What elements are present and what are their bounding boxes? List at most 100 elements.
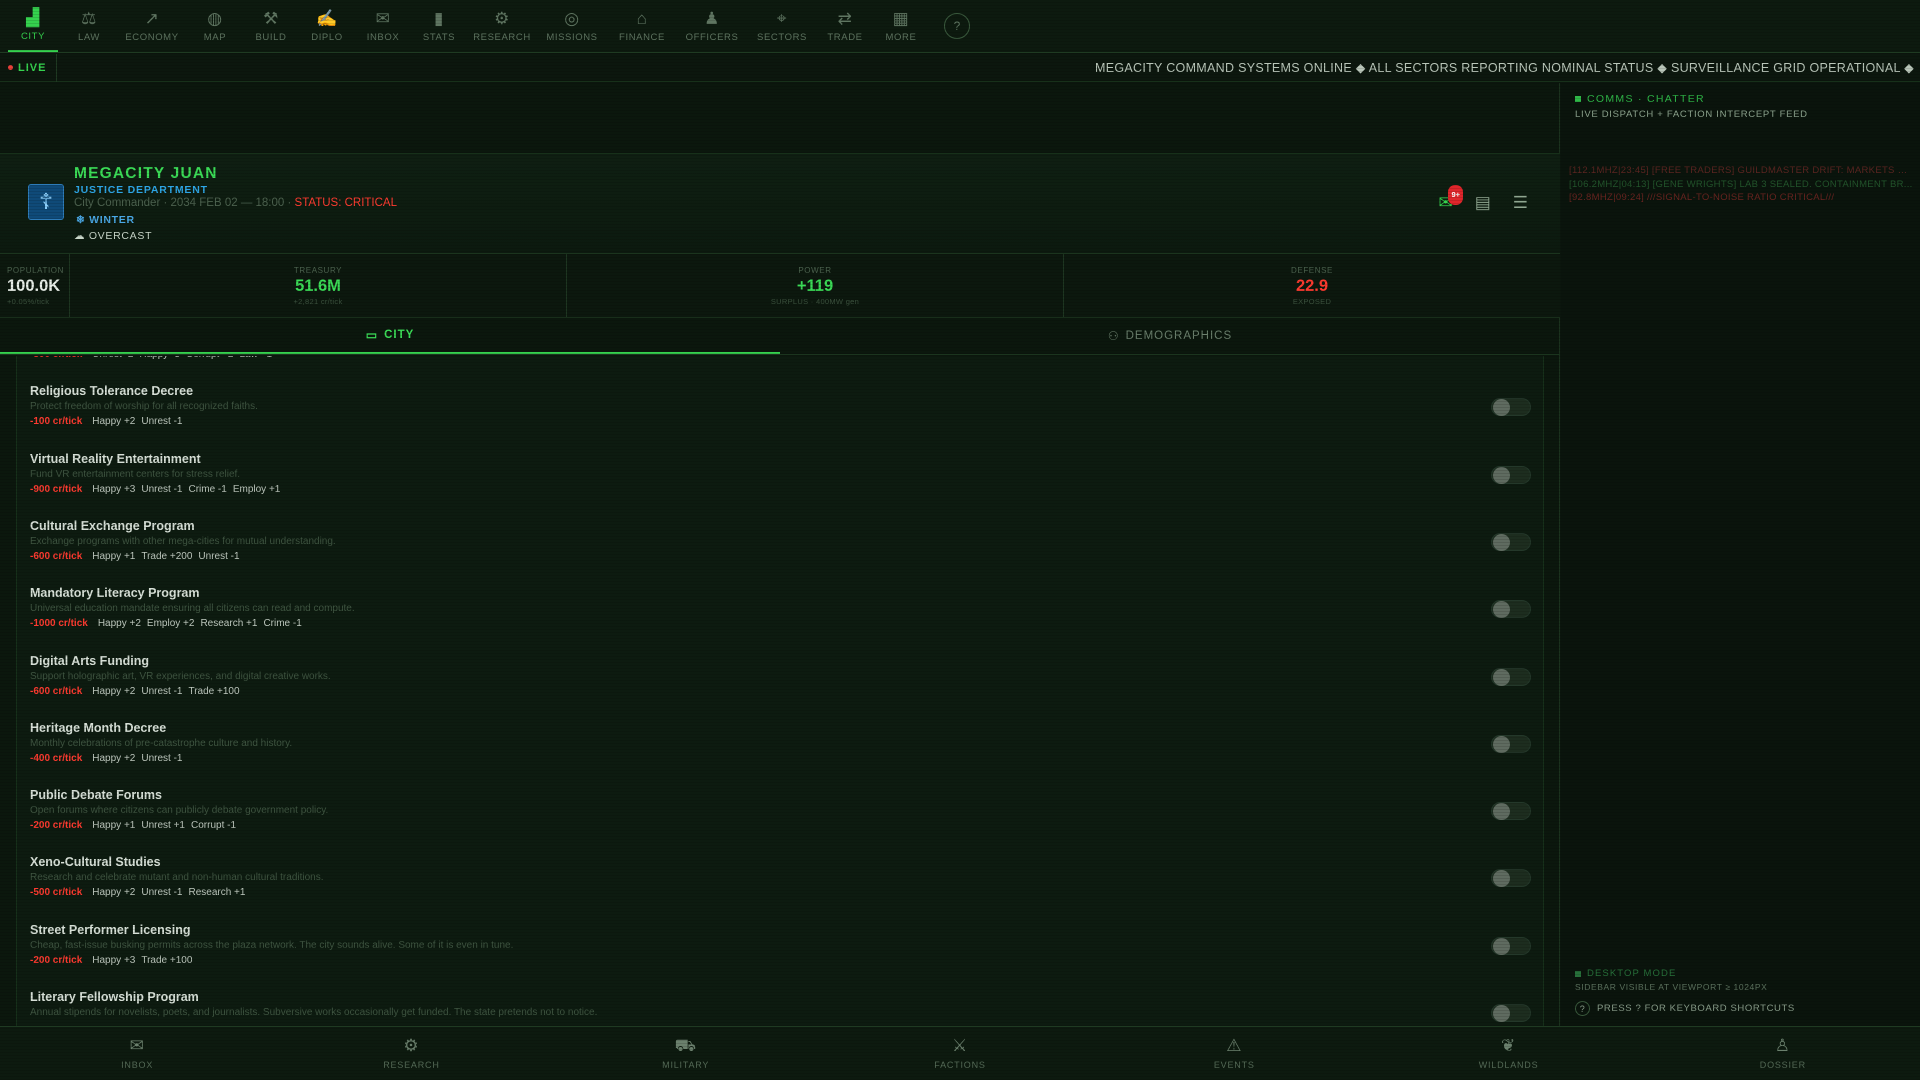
nav-build[interactable]: ⚒ BUILD xyxy=(246,0,296,52)
decree-effect: Employ +1 xyxy=(232,483,281,495)
decree-cost: -500 cr/tick xyxy=(30,887,83,899)
decree-effects: -400 cr/tick Happy +2 Unrest -1 xyxy=(30,753,188,764)
department-label: JUSTICE DEPARTMENT xyxy=(74,184,208,196)
compass-icon: ◎ xyxy=(564,8,580,28)
decree-effect: Trade +100 xyxy=(188,685,240,697)
nav-label: CITY xyxy=(20,30,46,42)
nav-stats[interactable]: ▮ STATS xyxy=(414,0,464,52)
stat-label: POWER xyxy=(798,266,832,275)
nav-map[interactable]: ◍ MAP xyxy=(190,0,240,52)
nav-law[interactable]: ⚖ LAW xyxy=(64,0,114,52)
decree-toggle[interactable] xyxy=(1491,398,1531,417)
bottom-nav-label: INBOX xyxy=(121,1060,154,1070)
decree-toggle[interactable] xyxy=(1491,869,1531,888)
decree-cost: -900 cr/tick xyxy=(30,483,83,495)
decree-effects: -600 cr/tick Happy +1 Trade +200 Unrest -1 xyxy=(30,551,246,562)
bottom-nav-research[interactable]: ⚙ RESEARCH xyxy=(274,1027,548,1080)
decree-effect: Law +1 xyxy=(240,356,273,360)
decree-effect: Happy -3 xyxy=(139,356,180,360)
monitor-icon: ▭ xyxy=(365,328,379,342)
mail-icon: ✉ xyxy=(129,1036,145,1055)
decree-effects: -300 cr/tick Unrest -2 Happy -3 Corrupt +2 L… xyxy=(30,356,278,360)
chip-icon: ⚙ xyxy=(403,1036,420,1055)
decree-cost: -100 cr/tick xyxy=(30,416,83,428)
people-icon: ⚇ xyxy=(1107,329,1120,343)
bottom-nav-inbox[interactable]: ✉ INBOX xyxy=(0,1027,274,1080)
decree-toggle[interactable] xyxy=(1491,465,1531,484)
decree-toggle[interactable] xyxy=(1491,600,1531,619)
decree-effect: Unrest -1 xyxy=(198,550,240,562)
nav-diplo[interactable]: ✍ DIPLO xyxy=(302,0,352,52)
decree-toggle[interactable] xyxy=(1491,734,1531,753)
menu-button[interactable]: ☰ xyxy=(1513,194,1528,212)
decree-effect: Corrupt +2 xyxy=(186,356,234,360)
tab-demographics[interactable]: ⚇ DEMOGRAPHICS xyxy=(780,318,1560,354)
toggle-knob xyxy=(1493,668,1510,686)
justice-emblem-icon: ☦ xyxy=(28,184,64,220)
decree-name: Cultural Exchange Program xyxy=(30,518,195,533)
decree-name: Public Debate Forums xyxy=(30,788,162,803)
bottom-nav-military[interactable]: ⛟ MILITARY xyxy=(549,1027,823,1080)
bottom-nav-dossier[interactable]: ♙ DOSSIER xyxy=(1646,1027,1920,1080)
bottom-nav-events[interactable]: ⚠ EVENTS xyxy=(1097,1027,1371,1080)
nav-inbox[interactable]: ✉ INBOX xyxy=(358,0,408,52)
stat-defense: DEFENSE 22.9 EXPOSED xyxy=(1064,254,1560,317)
bottom-nav-factions[interactable]: ⚔ FACTIONS xyxy=(823,1027,1097,1080)
nav-sectors[interactable]: ⌖ SECTORS xyxy=(750,0,814,52)
nav-economy[interactable]: ↗ ECONOMY xyxy=(120,0,184,52)
comms-title-text: COMMS · CHATTER xyxy=(1587,93,1705,105)
decree-cost: -300 cr/tick xyxy=(30,356,82,360)
nav-research[interactable]: ⚙ RESEARCH xyxy=(470,0,534,52)
decree-effect: Unrest -1 xyxy=(141,685,183,697)
decree-toggle[interactable] xyxy=(1491,532,1531,551)
decree-effect: Happy +3 xyxy=(92,483,136,495)
nav-label: ECONOMY xyxy=(125,31,179,43)
decree-row: Heritage Month Decree Monthly celebration… xyxy=(17,707,1543,774)
decree-toggle[interactable] xyxy=(1491,667,1531,686)
leaf-icon: ❦ xyxy=(1501,1036,1517,1055)
nav-more[interactable]: ▦ MORE xyxy=(876,0,926,52)
tab-city[interactable]: ▭ CITY xyxy=(0,318,780,354)
decree-name: Mandatory Literacy Program xyxy=(30,586,200,601)
comms-subtitle: LIVE DISPATCH + FACTION INTERCEPT FEED xyxy=(1575,109,1808,120)
bottom-nav-wildlands[interactable]: ❦ WILDLANDS xyxy=(1371,1027,1645,1080)
nav-officers[interactable]: ♟ OFFICERS xyxy=(680,0,744,52)
nav-trade[interactable]: ⇄ TRADE xyxy=(820,0,870,52)
crossed-swords-icon: ⚔ xyxy=(951,1036,968,1055)
decree-cost: -600 cr/tick xyxy=(30,550,83,562)
keyboard-shortcuts-hint[interactable]: ? PRESS ? FOR KEYBOARD SHORTCUTS xyxy=(1575,1001,1795,1016)
nav-label: LAW xyxy=(77,31,101,43)
nav-label: TRADE xyxy=(827,31,863,43)
bank-icon: ⌂ xyxy=(636,8,648,28)
comms-title: COMMS · CHATTER xyxy=(1575,93,1705,105)
nav-city[interactable]: ▟ CITY xyxy=(8,0,58,52)
decree-toggle[interactable] xyxy=(1491,1004,1531,1022)
decree-description: Cheap, fast-issue busking permits across… xyxy=(30,939,514,951)
nav-finance[interactable]: ⌂ FINANCE xyxy=(610,0,674,52)
live-dot-icon xyxy=(8,65,13,70)
ticker-text: MEGACITY COMMAND SYSTEMS ONLINE ◆ ALL SE… xyxy=(1095,61,1914,75)
nav-missions[interactable]: ◎ MISSIONS xyxy=(540,0,604,52)
decree-description: Monthly celebrations of pre-catastrophe … xyxy=(30,737,293,749)
decree-effect: Happy +2 xyxy=(92,752,136,764)
help-button[interactable]: ? xyxy=(944,13,970,39)
season-indicator: ❄ WINTER xyxy=(76,214,135,226)
city-icon: ▟ xyxy=(26,7,40,27)
handshake-icon: ✍ xyxy=(316,8,338,28)
decree-toggle[interactable] xyxy=(1491,936,1531,955)
decree-effects: -600 cr/tick Happy +2 Unrest -1 Trade +100 xyxy=(30,686,246,697)
stat-power: POWER +119 SURPLUS · 400MW gen xyxy=(567,254,1064,317)
decree-effect: Research +1 xyxy=(188,887,246,899)
decree-cost: -1000 cr/tick xyxy=(30,618,88,630)
nav-label: BUILD xyxy=(255,31,287,43)
mail-button[interactable]: ✉ 9+ xyxy=(1438,185,1463,212)
main-panel: ☦ MEGACITY JUAN JUSTICE DEPARTMENT City … xyxy=(0,83,1560,1026)
toggle-knob xyxy=(1493,870,1510,888)
decree-toggle[interactable] xyxy=(1491,802,1531,821)
stats-bar: POPULATION 100.0K +0.05%/tick TREASURY 5… xyxy=(0,254,1560,318)
news-ticker: LIVE MEGACITY COMMAND SYSTEMS ONLINE ◆ A… xyxy=(0,53,1920,82)
decree-effect: Unrest -2 xyxy=(92,356,133,360)
decree-cost: -400 cr/tick xyxy=(30,752,83,764)
document-button[interactable]: ▤ xyxy=(1475,194,1491,212)
nav-label: OFFICERS xyxy=(685,31,739,43)
